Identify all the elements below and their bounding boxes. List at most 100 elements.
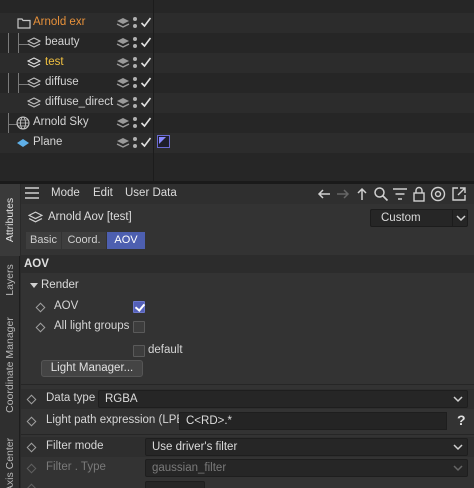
chevron-down-icon [453,444,463,451]
lpe-input[interactable]: C<RD>.* [179,412,447,430]
object-row-arnold-exr[interactable]: Arnold exr [0,13,153,33]
aov-layer-icon [28,211,43,223]
object-tag-icon[interactable] [157,135,170,148]
group-render[interactable]: Render [21,277,474,295]
object-row-plane[interactable]: Plane [0,133,153,153]
layer-icon[interactable] [116,76,130,90]
enabled-check-icon[interactable] [140,16,152,29]
keyframe-diamond-icon[interactable] [26,416,37,427]
chevron-down-icon [453,465,463,472]
visibility-dots-icon[interactable] [132,35,138,51]
chevron-down-icon [453,396,463,403]
tab-layers[interactable]: Layers [0,258,20,302]
enabled-check-icon[interactable] [140,36,152,49]
aov-layer-icon [27,77,41,88]
object-name: Arnold Sky [33,116,89,128]
param-all-light-groups: All light groups [21,317,474,337]
filter-icon[interactable] [392,186,408,202]
aov-layer-icon [27,37,41,48]
enabled-check-icon[interactable] [140,116,152,129]
object-row-arnold-sky[interactable]: Arnold Sky [0,113,153,133]
param-data-type: Data type RGBA [21,389,474,409]
object-name: beauty [45,36,80,48]
layer-icon[interactable] [116,56,130,70]
visibility-dots-icon[interactable] [132,75,138,91]
aov-checkbox[interactable] [133,301,145,313]
filter-width-field [145,481,205,488]
open-new-window-icon[interactable] [451,186,467,202]
param-filter-type: Filter . Type gaussian_filter [21,458,474,478]
object-row-diffuse[interactable]: diffuse [0,73,153,93]
visibility-dots-icon[interactable] [132,135,138,151]
layer-icon[interactable] [116,36,130,50]
enabled-check-icon[interactable] [140,96,152,109]
tab-aov[interactable]: AOV [107,232,145,249]
visibility-dots-icon[interactable] [132,55,138,71]
visibility-dots-icon[interactable] [132,15,138,31]
object-row-test[interactable]: test [0,53,153,73]
menu-edit[interactable]: Edit [93,187,113,199]
param-label: default [148,344,183,356]
keyframe-diamond-icon [26,463,37,474]
layer-icon[interactable] [116,16,130,30]
enabled-check-icon[interactable] [140,76,152,89]
default-checkbox[interactable] [133,345,145,357]
attribute-menubar: Mode Edit User Data [21,184,474,204]
layer-icon[interactable] [116,96,130,110]
enabled-check-icon[interactable] [140,136,152,149]
filter-type-dropdown: gaussian_filter [145,459,468,477]
tab-coord[interactable]: Coord. [62,232,106,249]
attribute-manager: Mode Edit User Data Arnold Aov [test] Cu… [21,184,474,488]
data-type-dropdown[interactable]: RGBA [98,390,468,408]
object-name: diffuse [45,76,79,88]
visibility-dots-icon[interactable] [132,115,138,131]
forward-arrow-icon[interactable] [335,186,351,202]
back-arrow-icon[interactable] [316,186,332,202]
tab-attributes[interactable]: Attributes [0,184,20,256]
preset-dropdown[interactable]: Custom [370,209,468,227]
keyframe-diamond-icon [26,483,37,488]
chevron-down-icon [452,210,468,226]
object-row-beauty[interactable]: beauty [0,33,153,53]
keyframe-diamond-icon[interactable] [35,302,46,313]
object-name: Arnold exr [33,16,86,28]
target-icon[interactable] [430,186,446,202]
layer-icon[interactable] [116,136,130,150]
param-label: Filter mode [46,440,104,452]
object-row-diffuse-direct[interactable]: diffuse_direct [0,93,153,113]
up-arrow-icon[interactable] [354,186,370,202]
param-aov: AOV [21,297,474,317]
aov-layer-icon [27,97,41,108]
section-header: AOV [21,255,474,273]
param-filter-mode: Filter mode Use driver's filter [21,437,474,457]
object-title: Arnold Aov [test] [48,211,132,223]
object-tree: Arnold exr beauty test diffuse diffuse_d… [0,0,153,181]
aov-layer-icon [27,57,41,68]
param-label: Data type [46,392,96,404]
param-label: All light groups [54,320,130,332]
object-name: diffuse_direct [45,96,114,108]
keyframe-diamond-icon[interactable] [26,442,37,453]
object-name: test [45,56,64,68]
help-icon[interactable]: ? [457,412,466,428]
folder-icon [17,18,31,29]
all-light-groups-checkbox[interactable] [133,321,145,333]
hamburger-menu-icon[interactable] [25,187,39,199]
enabled-check-icon[interactable] [140,56,152,69]
menu-mode[interactable]: Mode [51,187,80,199]
visibility-dots-icon[interactable] [132,95,138,111]
tab-coordinate-manager[interactable]: Coordinate Manager [0,304,20,426]
keyframe-diamond-icon[interactable] [26,394,37,405]
tab-axis-center[interactable]: Axis Center [0,432,20,488]
lock-icon[interactable] [411,186,427,202]
object-manager: Arnold exr beauty test diffuse diffuse_d… [0,0,474,181]
layer-icon[interactable] [116,116,130,130]
menu-user-data[interactable]: User Data [125,187,177,199]
keyframe-diamond-icon[interactable] [35,322,46,333]
object-title-bar: Arnold Aov [test] Custom [21,206,474,228]
search-icon[interactable] [373,186,389,202]
tab-basic[interactable]: Basic [26,232,61,249]
side-tabs: Attributes Layers Coordinate Manager Axi… [0,184,20,488]
light-manager-button[interactable]: Light Manager... [41,360,143,377]
filter-mode-dropdown[interactable]: Use driver's filter [145,438,468,456]
